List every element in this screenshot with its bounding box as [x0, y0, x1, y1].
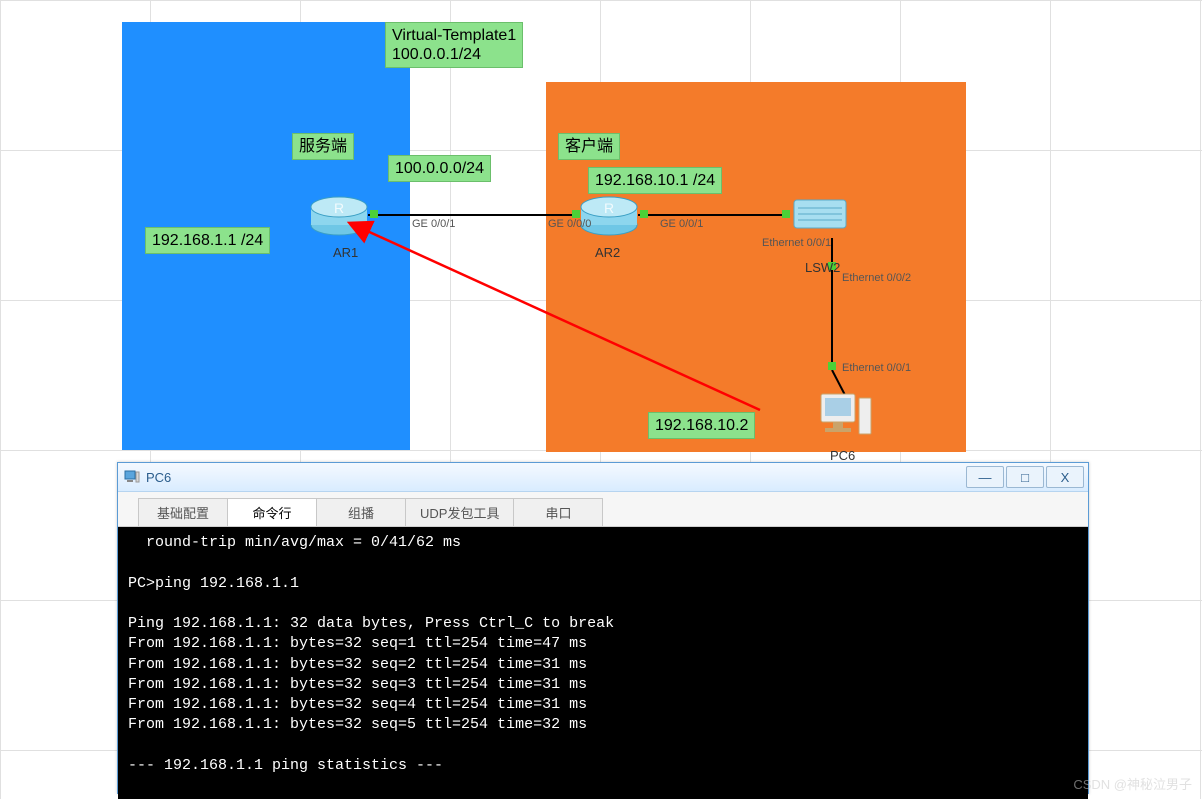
- tab-serial[interactable]: 串口: [513, 498, 603, 526]
- maximize-button[interactable]: □: [1006, 466, 1044, 488]
- terminal-output[interactable]: round-trip min/avg/max = 0/41/62 ms PC>p…: [118, 527, 1088, 799]
- tab-multicast[interactable]: 组播: [316, 498, 406, 526]
- minimize-button[interactable]: —: [966, 466, 1004, 488]
- tab-basic-config[interactable]: 基础配置: [138, 498, 228, 526]
- window-title: PC6: [146, 470, 171, 485]
- pc-icon: [124, 469, 140, 485]
- watermark: CSDN @神秘泣男子: [1073, 774, 1192, 793]
- tab-cli[interactable]: 命令行: [227, 498, 317, 526]
- tabs: 基础配置 命令行 组播 UDP发包工具 串口: [118, 492, 1088, 527]
- close-button[interactable]: X: [1046, 466, 1084, 488]
- titlebar[interactable]: PC6 — □ X: [118, 463, 1088, 492]
- tab-udp-tool[interactable]: UDP发包工具: [405, 498, 514, 526]
- window-pc6: PC6 — □ X 基础配置 命令行 组播 UDP发包工具 串口 round-t…: [117, 462, 1089, 794]
